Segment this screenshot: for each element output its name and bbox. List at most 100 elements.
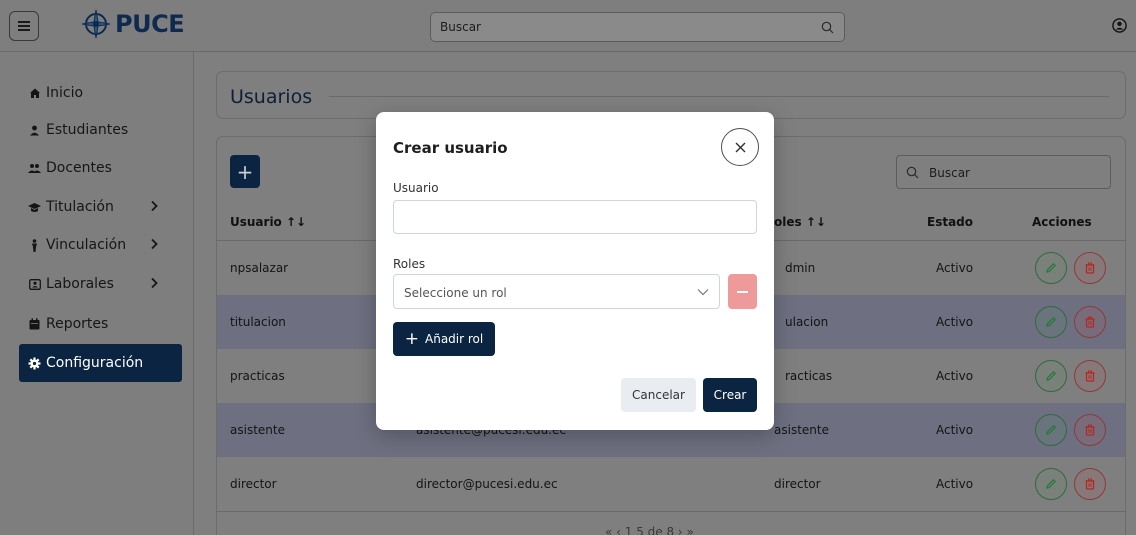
sidebar-item-label: Configuración [46,355,144,371]
add-user-button[interactable]: + [230,155,260,188]
cell-estado: Activo [936,423,974,437]
delete-button[interactable] [1074,306,1106,338]
sidebar-item-estudiantes[interactable]: Estudiantes [19,111,182,149]
sidebar-item-configuracion[interactable]: Configuración [19,344,182,382]
sidebar-item-label: Vinculación [46,237,127,253]
page-title: Usuarios [230,86,313,108]
role-select-placeholder: Seleccione un rol [404,286,507,300]
user-account-icon[interactable] [1112,18,1127,33]
sidebar-item-label: Estudiantes [46,122,129,138]
cell-usuario: npsalazar [230,261,289,275]
pencil-icon [1046,316,1057,327]
graduation-icon [28,201,41,214]
table-search-placeholder: Buscar [929,166,970,180]
add-role-button[interactable]: + Añadir rol [393,322,495,356]
chevron-down-icon [697,289,709,296]
global-search-placeholder: Buscar [440,20,481,34]
hamburger-menu-button[interactable] [9,11,39,41]
cell-estado: Activo [936,477,974,491]
edit-button[interactable] [1035,468,1067,500]
sidebar-item-label: Reportes [46,316,109,332]
cell-estado: Activo [936,369,974,383]
trash-icon [1085,424,1095,436]
cell-usuario: director [230,477,277,491]
users-icon [28,162,41,175]
usuario-input[interactable] [393,200,757,234]
edit-button[interactable] [1035,414,1067,446]
table-row: director director@pucesi.edu.ec director… [217,457,1125,511]
calendar-icon [28,318,41,331]
plus-icon: + [404,328,420,349]
edit-button[interactable] [1035,306,1067,338]
column-header-usuario[interactable]: Usuario ↑↓ [230,215,306,229]
edit-button[interactable] [1035,360,1067,392]
pencil-icon [1046,262,1057,273]
row-divider [217,511,1125,512]
search-icon [906,166,919,179]
sidebar-item-docentes[interactable]: Docentes [19,149,182,187]
sidebar-item-laborales[interactable]: Laborales [19,265,182,303]
id-card-icon [28,278,41,291]
minus-icon [737,290,748,293]
usuario-label: Usuario [393,181,439,195]
pencil-icon [1046,370,1057,381]
cell-usuario: asistente [230,423,285,437]
cell-rol: dmin [785,261,816,275]
remove-role-button[interactable] [728,274,757,309]
cell-rol: asistente [774,423,829,437]
pencil-icon [1046,478,1057,489]
add-role-label: Añadir rol [425,332,484,346]
cell-rol: director [774,477,821,491]
pencil-icon [1046,424,1057,435]
sidebar-item-inicio[interactable]: Inicio [19,74,182,112]
create-button[interactable]: Crear [703,378,757,412]
sidebar-item-label: Titulación [46,199,114,215]
roles-label: Roles [393,257,426,271]
home-icon [28,87,41,100]
trash-icon [1085,478,1095,490]
search-icon [821,21,834,34]
column-header-roles[interactable]: oles ↑↓ [774,215,826,229]
trash-icon [1085,370,1095,382]
edit-button[interactable] [1035,252,1067,284]
chevron-right-icon [151,277,158,289]
dialog-title: Crear usuario [393,139,508,157]
sidebar-item-titulacion[interactable]: Titulación [19,188,182,226]
delete-button[interactable] [1074,252,1106,284]
compass-logo-icon [81,9,111,39]
sidebar-item-label: Docentes [46,160,112,176]
trash-icon [1085,262,1095,274]
sidebar-item-vinculacion[interactable]: Vinculación [19,226,182,264]
cancel-button[interactable]: Cancelar [621,378,696,412]
trash-icon [1085,316,1095,328]
user-icon [28,124,41,137]
puce-logo[interactable]: PUCE [80,8,185,40]
cell-usuario: practicas [230,369,285,383]
column-header-acciones: Acciones [1032,215,1092,229]
person-icon [28,238,41,252]
sidebar-item-label: Inicio [46,85,84,101]
sidebar-item-reportes[interactable]: Reportes [19,305,182,343]
delete-button[interactable] [1074,360,1106,392]
title-divider [329,96,1109,97]
gear-icon [28,357,41,370]
create-user-dialog: Crear usuario Usuario Roles Seleccione u… [376,112,774,430]
cell-email: director@pucesi.edu.ec [416,477,558,491]
cell-estado: Activo [936,315,974,329]
pagination[interactable]: « ‹ 1 5 de 8 › » [605,525,694,535]
top-navbar: PUCE Buscar [0,0,1136,52]
table-search-input[interactable]: Buscar [896,155,1111,189]
chevron-right-icon [151,200,158,212]
sidebar-item-label: Laborales [46,276,114,292]
hamburger-icon [18,21,30,31]
close-dialog-button[interactable] [721,128,759,166]
delete-button[interactable] [1074,468,1106,500]
global-search-input[interactable]: Buscar [430,12,845,42]
close-icon [735,142,745,152]
delete-button[interactable] [1074,414,1106,446]
role-select[interactable]: Seleccione un rol [393,274,720,309]
cell-rol: ulacion [785,315,829,329]
chevron-right-icon [151,238,158,250]
cell-estado: Activo [936,261,974,275]
logo-text: PUCE [115,10,185,38]
